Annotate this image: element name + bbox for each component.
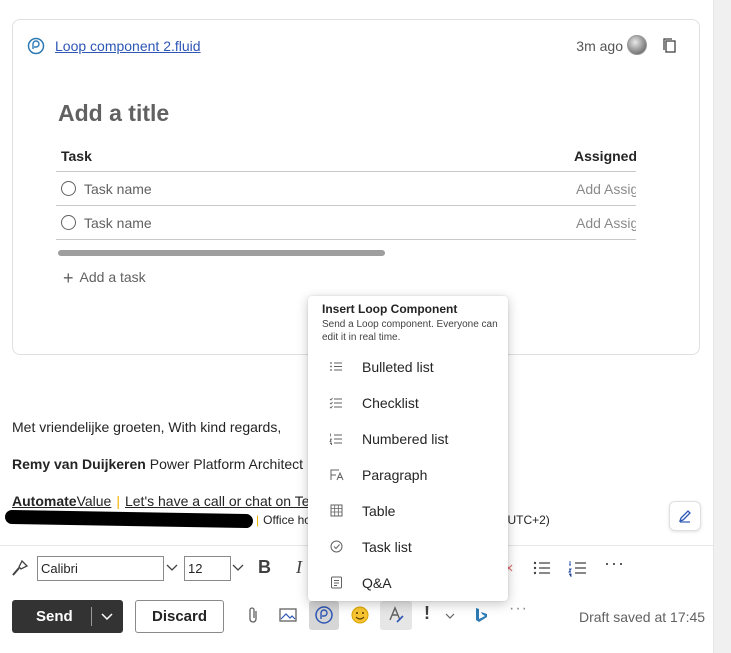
signature-role: Power Platform Architect [149, 456, 304, 472]
task-table: Task Assigned to Task name Add Assignee … [56, 140, 636, 240]
loop-icon[interactable] [313, 604, 335, 626]
menu-item-checklist[interactable]: Checklist [308, 386, 508, 420]
menu-item-label: Checklist [362, 395, 419, 411]
task-complete-checkbox[interactable] [61, 215, 76, 230]
brand-automate-link[interactable]: Automate [12, 493, 77, 509]
task-name-input[interactable]: Task name [84, 181, 152, 197]
avatar[interactable] [627, 35, 647, 55]
compose-action-bar: Send Discard ! ··· Draft saved at 17:45 [0, 597, 713, 637]
bullets-icon[interactable] [532, 559, 552, 577]
redaction-mark [4, 509, 254, 529]
signature-links-line: AutomateValue | Let's have a call or chat … [12, 493, 336, 509]
office-hours-text: Office ho [263, 513, 311, 527]
font-family-select[interactable]: Calibri [37, 556, 164, 581]
task-assignee-input[interactable]: Add Assignee [576, 215, 636, 231]
send-label: Send [36, 608, 73, 625]
task-list-icon [330, 540, 343, 553]
add-task-button[interactable]: + Add a task [63, 268, 146, 289]
teams-call-link[interactable]: Let's have a call or chat on Teams [125, 493, 336, 509]
task-table-header: Task Assigned to [56, 140, 636, 172]
emoji-icon[interactable] [349, 604, 371, 626]
menu-item-bulleted-list[interactable]: Bulleted list [308, 350, 508, 384]
loop-icon [27, 37, 45, 55]
draft-status: Draft saved at 17:45 [579, 609, 706, 625]
more-actions-button[interactable]: ··· [509, 600, 528, 618]
task-name-input[interactable]: Task name [84, 215, 152, 231]
plus-icon: + [63, 268, 74, 288]
importance-button[interactable]: ! [424, 603, 430, 624]
italic-button[interactable]: I [296, 557, 302, 578]
insert-loop-menu: Insert Loop Component Send a Loop compon… [308, 296, 508, 601]
bulleted-list-icon [330, 362, 342, 371]
signature-separator: | [116, 493, 120, 509]
menu-item-label: Q&A [362, 575, 392, 591]
more-formatting-button[interactable]: ··· [604, 553, 625, 574]
font-size-select[interactable]: 12 [184, 556, 231, 581]
bold-button[interactable]: B [258, 557, 271, 578]
checklist-icon [329, 397, 342, 409]
menu-item-task-list[interactable]: Task list [308, 530, 508, 564]
menu-item-numbered-list[interactable]: Numbered list [308, 422, 508, 456]
menu-item-label: Numbered list [362, 431, 449, 447]
task-assignee-input[interactable]: Add Assignee [576, 181, 636, 197]
editor-pen-button[interactable] [669, 501, 701, 531]
menu-item-label: Table [362, 503, 396, 519]
signature-name: Remy van Duijkeren [12, 456, 146, 472]
loop-title-input[interactable]: Add a title [58, 100, 169, 127]
menu-item-label: Paragraph [362, 467, 428, 483]
menu-description: Send a Loop component. Everyone can edit… [322, 319, 498, 343]
send-divider [91, 607, 92, 626]
signature-office-hours: | Office ho [256, 513, 311, 527]
format-painter-icon[interactable] [10, 558, 30, 578]
signature-greeting: Met vriendelijke groeten, With kind rega… [12, 419, 282, 435]
task-complete-checkbox[interactable] [61, 181, 76, 196]
page-scrollbar[interactable] [713, 0, 731, 653]
qa-icon [331, 576, 342, 589]
menu-item-table[interactable]: Table [308, 494, 508, 528]
column-header-assigned: Assigned to [574, 148, 636, 164]
menu-item-paragraph[interactable]: Paragraph [308, 458, 508, 492]
chevron-down-icon[interactable] [231, 560, 245, 574]
paragraph-icon [330, 469, 344, 481]
numbering-icon[interactable] [568, 559, 588, 577]
signature-separator: | [256, 513, 260, 527]
copy-icon[interactable] [661, 37, 679, 55]
table-horizontal-scrollbar[interactable] [58, 250, 385, 256]
column-header-task: Task [61, 148, 92, 164]
signature-name-line: Remy van Duijkeren Power Platform Archit… [12, 456, 303, 472]
pen-icon [678, 510, 691, 523]
menu-item-label: Bulleted list [362, 359, 434, 375]
loop-file-link[interactable]: Loop component 2.fluid [55, 38, 201, 54]
attach-icon[interactable] [242, 604, 264, 626]
loop-time-ago: 3m ago [576, 38, 623, 54]
send-button[interactable]: Send [12, 600, 123, 633]
table-icon [330, 504, 343, 517]
menu-item-label: Task list [362, 539, 412, 555]
menu-item-qa[interactable]: Q&A [308, 566, 508, 600]
chevron-down-icon[interactable] [165, 560, 179, 574]
editor-icon[interactable] [385, 604, 407, 626]
image-icon[interactable] [277, 604, 299, 626]
discard-button[interactable]: Discard [135, 600, 224, 633]
table-row: Task name Add Assignee [56, 206, 636, 240]
table-row: Task name Add Assignee [56, 172, 636, 206]
loop-card-header: Loop component 2.fluid 3m ago [13, 20, 699, 70]
bing-icon[interactable] [470, 604, 492, 626]
numbered-list-icon [329, 433, 342, 445]
add-task-label: Add a task [79, 269, 146, 285]
brand-value-link[interactable]: Value [77, 493, 112, 509]
chevron-down-icon[interactable] [100, 609, 114, 623]
chevron-down-icon[interactable] [444, 610, 456, 622]
menu-title: Insert Loop Component [322, 302, 458, 316]
